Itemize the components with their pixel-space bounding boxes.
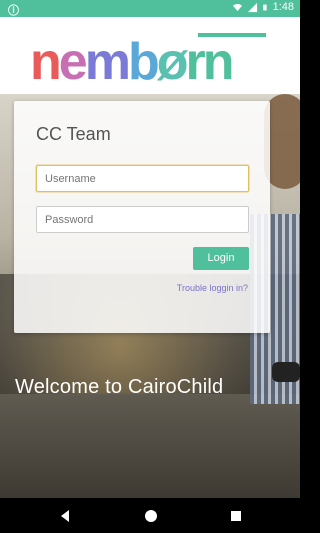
notification-icon: ⓘ — [8, 5, 19, 17]
home-circle-icon[interactable] — [143, 508, 159, 524]
welcome-text: Welcome to CairoChild — [15, 376, 224, 398]
battery-icon — [262, 4, 267, 10]
clock: 1:48 — [272, 1, 294, 13]
login-button[interactable]: Login — [193, 247, 249, 270]
nemborn-logo: nembørn — [30, 33, 266, 91]
card-title: CC Team — [36, 124, 111, 144]
navigation-bar — [0, 498, 300, 533]
password-input[interactable] — [36, 206, 249, 233]
recent-square-icon[interactable] — [228, 508, 244, 524]
trouble-login-link[interactable]: Trouble loggin in? — [177, 283, 248, 293]
svg-text:nembørn: nembørn — [30, 33, 232, 91]
wifi-icon — [232, 3, 242, 11]
username-input[interactable] — [36, 165, 249, 192]
header: nembørn — [0, 17, 300, 94]
back-triangle-icon[interactable] — [58, 508, 74, 524]
person-shoe — [272, 362, 300, 382]
status-icons: 1:48 — [232, 1, 294, 13]
signal-icon — [247, 2, 257, 12]
login-card: CC Team Login Trouble loggin in? — [14, 101, 270, 333]
status-bar: ⓘ 1:48 — [0, 0, 300, 17]
